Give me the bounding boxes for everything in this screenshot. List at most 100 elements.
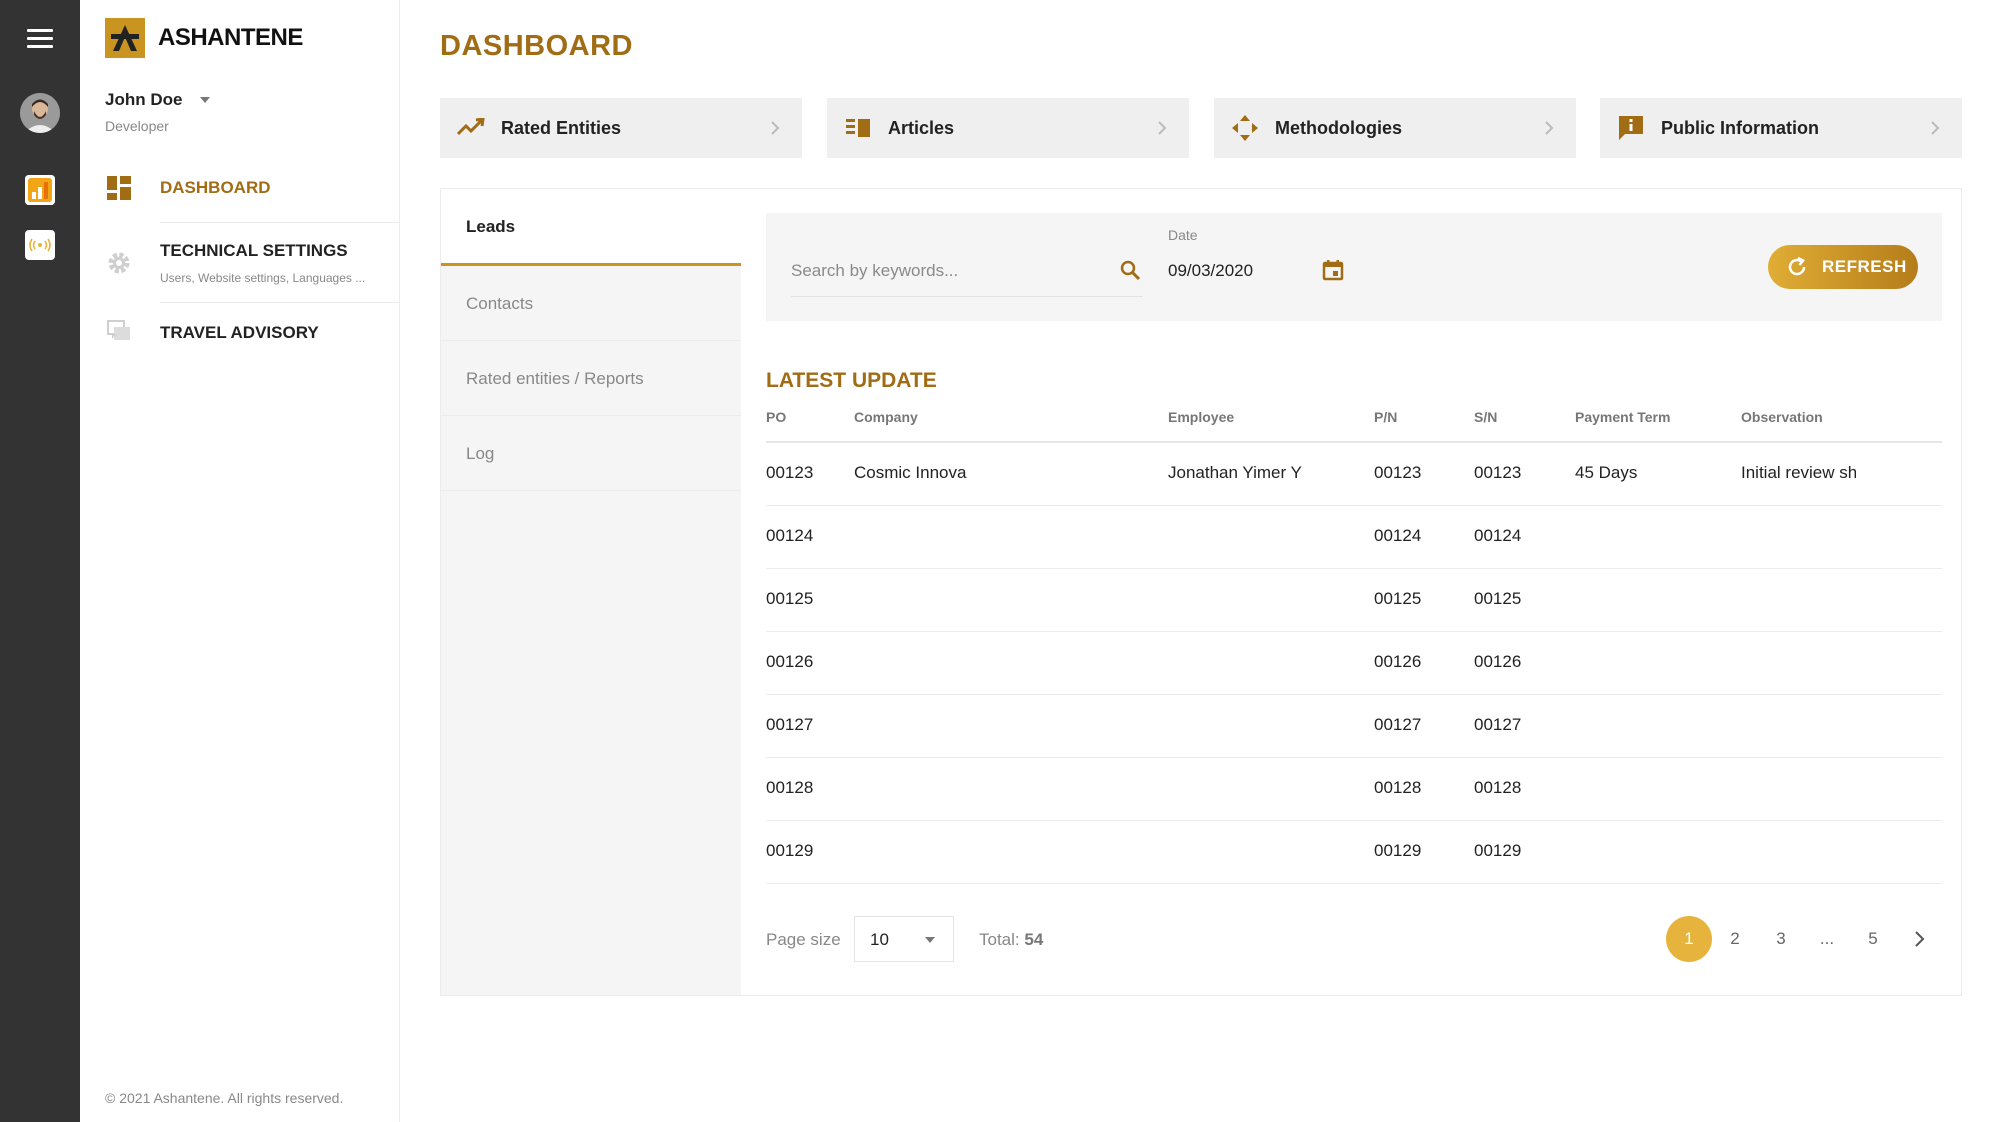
cell-observation: Initial review sh <box>1741 463 1856 482</box>
column-header-pn[interactable]: P/N <box>1374 409 1397 425</box>
chat-icon <box>107 320 130 340</box>
card-label: Methodologies <box>1275 117 1402 138</box>
chevron-right-icon <box>1931 121 1940 135</box>
refresh-icon <box>1788 256 1806 276</box>
tab-list: Leads Contacts Rated entities / Reports … <box>441 189 741 995</box>
column-header-payment-term[interactable]: Payment Term <box>1575 409 1670 425</box>
dashboard-icon <box>107 176 131 200</box>
card-public-information[interactable]: Public Information <box>1600 98 1962 158</box>
tab-leads[interactable]: Leads <box>441 189 741 266</box>
chevron-right-icon <box>1545 121 1554 135</box>
chevron-right-icon <box>1915 931 1925 947</box>
page-button-3[interactable]: 3 <box>1758 916 1804 962</box>
search-icon[interactable] <box>1119 259 1141 281</box>
table-row[interactable]: 00125 00125 00125 <box>766 569 1942 632</box>
calendar-icon[interactable] <box>1322 259 1344 281</box>
sidebar-item-label: DASHBOARD <box>160 178 271 197</box>
column-header-observation[interactable]: Observation <box>1741 409 1823 425</box>
column-header-company[interactable]: Company <box>854 409 918 425</box>
column-header-sn[interactable]: S/N <box>1474 409 1497 425</box>
cell-po: 00125 <box>766 589 814 608</box>
section-title: LATEST UPDATE <box>766 369 937 392</box>
tab-label: Leads <box>466 217 516 236</box>
card-articles[interactable]: Articles <box>827 98 1189 158</box>
table-row[interactable]: 00123 Cosmic Innova Jonathan Yimer Y 00123 0… <box>766 443 1942 506</box>
cell-sn: 00124 <box>1474 526 1522 545</box>
articles-icon <box>843 113 873 143</box>
sidebar-item-technical-settings[interactable]: TECHNICAL SETTINGS Users, Website settin… <box>80 240 400 302</box>
refresh-button[interactable]: REFRESH <box>1768 245 1918 289</box>
latest-update-table: PO Company Employee P/N S/N Payment Term… <box>766 409 1942 884</box>
cell-po: 00126 <box>766 652 814 671</box>
cell-payment-term: 45 Days <box>1575 463 1638 482</box>
sidebar-item-label: TECHNICAL SETTINGS <box>160 241 348 260</box>
page-size-value: 10 <box>870 930 889 949</box>
chevron-right-icon <box>771 121 780 135</box>
tab-label: Contacts <box>466 294 534 313</box>
search-field <box>791 243 1143 297</box>
tab-rated-entities-reports[interactable]: Rated entities / Reports <box>441 341 741 416</box>
table-row[interactable]: 00124 00124 00124 <box>766 506 1942 569</box>
cell-employee: Jonathan Yimer Y <box>1168 463 1302 482</box>
avatar[interactable] <box>20 93 60 133</box>
brand-logo[interactable]: ASHANTENE <box>105 18 303 58</box>
copyright: © 2021 Ashantene. All rights reserved. <box>105 1090 344 1106</box>
column-header-employee[interactable]: Employee <box>1168 409 1234 425</box>
page-size-select[interactable]: 10 <box>854 916 954 962</box>
brand-logo-icon <box>105 18 145 58</box>
total-count: Total: 54 <box>979 930 1043 950</box>
sidebar-divider <box>160 302 400 303</box>
date-label: Date <box>1168 227 1198 243</box>
sidebar-item-dashboard[interactable]: DASHBOARD <box>80 175 400 225</box>
arrows-move-icon <box>1230 113 1260 143</box>
cell-sn: 00129 <box>1474 841 1522 860</box>
next-page-button[interactable] <box>1896 916 1942 962</box>
page-list: 1 2 3... 5 <box>1666 916 1942 962</box>
page-button-2[interactable]: 2 <box>1712 916 1758 962</box>
search-input[interactable] <box>791 261 1091 281</box>
date-value[interactable]: 09/03/2020 <box>1168 261 1253 281</box>
table-body: 00123 Cosmic Innova Jonathan Yimer Y 00123 0… <box>766 443 1942 884</box>
cell-po: 00123 <box>766 463 814 482</box>
tab-contacts[interactable]: Contacts <box>441 266 741 341</box>
card-rated-entities[interactable]: Rated Entities <box>440 98 802 158</box>
cell-sn: 00123 <box>1474 463 1522 482</box>
card-label: Articles <box>888 117 955 138</box>
table-row[interactable]: 00129 00129 00129 <box>766 821 1942 884</box>
sidebar: ASHANTENE John Doe Developer DASHBOARD T… <box>80 0 400 1122</box>
refresh-label: REFRESH <box>1822 257 1907 276</box>
hamburger-menu-icon[interactable] <box>27 29 53 49</box>
user-menu-caret-icon[interactable] <box>200 97 211 103</box>
user-name: John Doe <box>105 90 183 109</box>
cell-company: Cosmic Innova <box>854 463 967 482</box>
sidebar-item-travel-advisory[interactable]: TRAVEL ADVISORY <box>80 318 400 368</box>
page-button-1[interactable]: 1 <box>1666 916 1712 962</box>
chevron-down-icon <box>925 937 935 943</box>
column-header-po[interactable]: PO <box>766 409 786 425</box>
brand-name: ASHANTENE <box>158 24 303 51</box>
card-label: Public Information <box>1661 117 1820 138</box>
table-row[interactable]: 00127 00127 00127 <box>766 695 1942 758</box>
cell-sn: 00125 <box>1474 589 1522 608</box>
cell-po: 00127 <box>766 715 814 734</box>
analytics-app-icon[interactable] <box>25 175 55 205</box>
main-panel: Leads Contacts Rated entities / Reports … <box>440 188 1962 996</box>
table-row[interactable]: 00128 00128 00128 <box>766 758 1942 821</box>
icon-rail <box>0 0 80 1122</box>
tab-log[interactable]: Log <box>441 416 741 491</box>
sidebar-item-sublabel: Users, Website settings, Languages ... <box>160 271 366 285</box>
filter-bar: Date 09/03/2020 REFRESH <box>766 213 1942 321</box>
cell-po: 00128 <box>766 778 814 797</box>
cell-pn: 00129 <box>1374 841 1422 860</box>
info-icon <box>1616 113 1646 143</box>
cell-pn: 00128 <box>1374 778 1422 797</box>
table-row[interactable]: 00126 00126 00126 <box>766 632 1942 695</box>
broadcast-app-icon[interactable] <box>25 230 55 260</box>
pagination-bar: Page size 10 Total: 54 1 2 3... 5 <box>766 916 1942 962</box>
date-field[interactable]: Date 09/03/2020 <box>1168 227 1356 297</box>
cell-sn: 00126 <box>1474 652 1522 671</box>
page-title: DASHBOARD <box>440 30 633 62</box>
card-methodologies[interactable]: Methodologies <box>1214 98 1576 158</box>
page-ellipsis: ... <box>1819 929 1835 948</box>
page-button-5[interactable]: 5 <box>1850 916 1896 962</box>
